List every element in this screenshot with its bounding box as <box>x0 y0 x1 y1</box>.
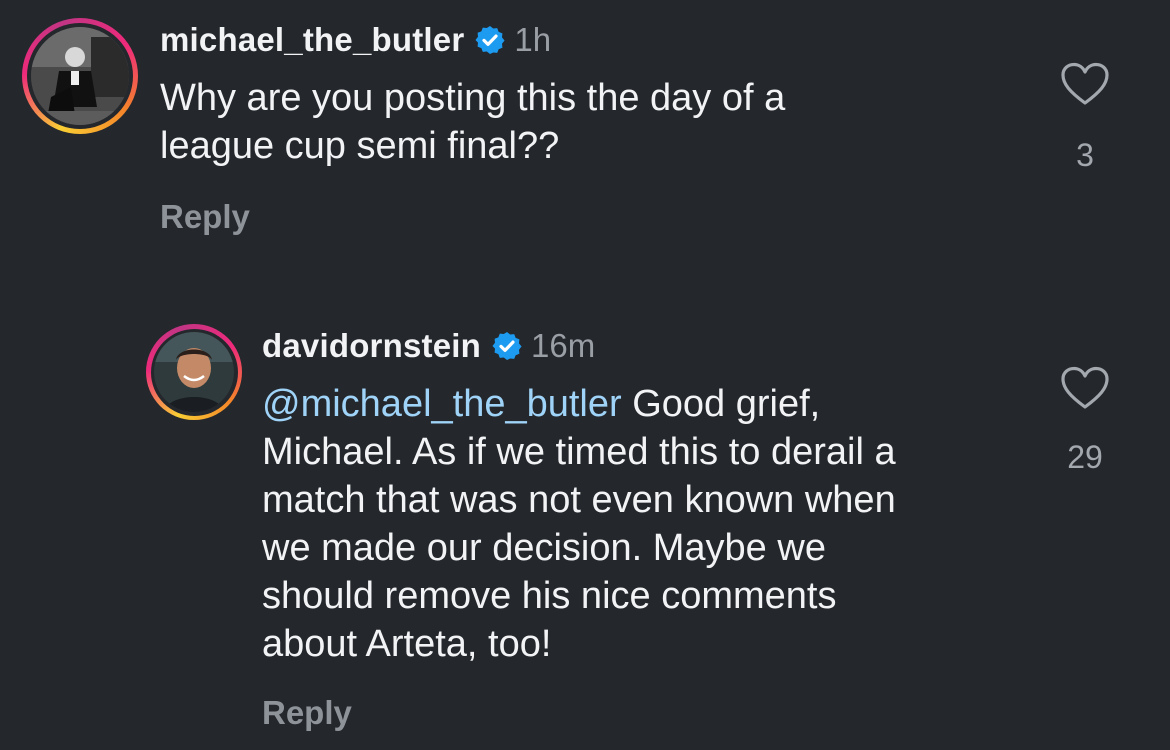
comment-text-segment: Good grief, <box>621 383 821 425</box>
like-count: 29 <box>1067 439 1103 475</box>
username[interactable]: michael_the_butler <box>160 21 464 59</box>
avatar <box>154 332 234 412</box>
verified-badge-icon <box>474 24 506 56</box>
reply-button[interactable]: Reply <box>262 694 352 732</box>
timestamp: 1h <box>514 21 552 58</box>
avatar-photo <box>31 27 129 125</box>
avatar-story-ring[interactable] <box>146 324 242 420</box>
like-count: 3 <box>1076 137 1094 173</box>
heart-icon[interactable] <box>1060 62 1110 111</box>
comment-text-line: about Arteta, too! <box>262 623 552 665</box>
comment-text: Why are you posting this the day of a le… <box>160 74 980 170</box>
comment-text-line: we made our decision. Maybe we <box>262 527 826 569</box>
comment-text-line: Michael. As if we timed this to derail a <box>262 431 896 473</box>
comment-text-line: @michael_the_butler Good grief, <box>262 380 1042 428</box>
verified-badge-icon <box>491 330 523 362</box>
timestamp: 16m <box>530 327 596 364</box>
reply-button[interactable]: Reply <box>160 198 250 236</box>
comment-text: @michael_the_butler Good grief, Michael.… <box>262 380 1042 668</box>
username[interactable]: davidornstein <box>262 327 481 365</box>
comment-text-line: Why are you posting this the day of a <box>160 77 786 119</box>
heart-icon[interactable] <box>1060 366 1110 415</box>
avatar-story-ring[interactable] <box>22 18 138 134</box>
avatar-photo <box>154 332 234 412</box>
comment-michael-the-butler: michael_the_butler 1h Why are you postin… <box>0 0 1170 260</box>
comment-davidornstein: davidornstein 16m @michael_the_butler Go… <box>0 300 1170 750</box>
mention-link[interactable]: @michael_the_butler <box>262 383 622 425</box>
avatar <box>31 27 129 125</box>
comment-text-line: league cup semi final?? <box>160 125 560 167</box>
comment-text-line: should remove his nice comments <box>262 575 837 617</box>
comment-text-line: match that was not even known when <box>262 479 896 521</box>
